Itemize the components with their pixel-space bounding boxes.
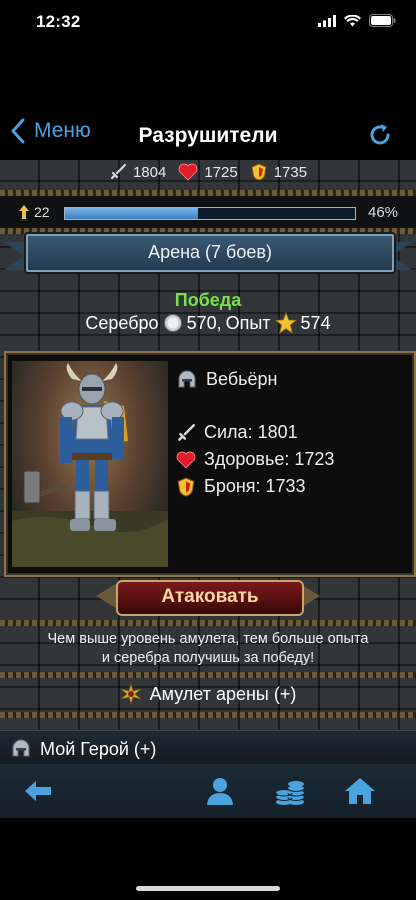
- exp-progress-label: 46%: [368, 204, 399, 221]
- exp-progress-fill: [65, 208, 199, 219]
- level-indicator: 22: [18, 204, 50, 220]
- knight-illustration: [12, 363, 168, 567]
- player-stats: 1804 1725 1735: [0, 160, 416, 184]
- opponent-info: Вебьёрн Сила: 1801 Здоровье: 1723 Броня:…: [176, 366, 334, 500]
- opponent-name-row: Вебьёрн: [176, 366, 334, 393]
- chain-divider: [0, 672, 416, 678]
- opponent-health-row: Здоровье: 1723: [176, 446, 334, 473]
- chain-divider: [0, 712, 416, 718]
- home-icon[interactable]: [344, 776, 376, 806]
- victory-label: Победа: [174, 290, 242, 310]
- page-title: Разрушители: [138, 124, 278, 147]
- shield-icon: [177, 477, 195, 496]
- silver-label: Серебро: [85, 312, 159, 333]
- level-value: 22: [34, 204, 50, 220]
- helmet-icon: [178, 369, 196, 387]
- person-icon[interactable]: [204, 776, 236, 806]
- exp-progress-bar: [64, 207, 356, 220]
- player-armor: 1735: [273, 163, 308, 181]
- my-hero-label: Мой Герой (+): [40, 738, 157, 759]
- chain-divider: [0, 620, 416, 626]
- amulet-hint: Чем выше уровень амулета, тем больше опы…: [0, 630, 416, 668]
- status-icons: [318, 14, 396, 27]
- amulet-icon: [120, 683, 141, 705]
- helmet-icon: [12, 739, 30, 757]
- heart-icon: [176, 451, 196, 469]
- player-attack: 1804: [132, 163, 167, 181]
- reward-line: Серебро 570, Опыт 574: [0, 312, 416, 334]
- banner-ribbon-right: [392, 242, 412, 270]
- status-bar: 12:32: [0, 0, 416, 44]
- arena-banner: Арена (7 боев): [26, 234, 394, 272]
- arena-amulet-button[interactable]: Амулет арены (+): [0, 680, 416, 708]
- attack-button[interactable]: Атаковать: [116, 580, 304, 616]
- opponent-portrait: [12, 361, 168, 567]
- arrow-up-icon: [19, 205, 29, 219]
- silver-coin-icon: [163, 314, 182, 332]
- amulet-label: Амулет арены (+): [149, 683, 297, 704]
- heart-icon: [178, 163, 198, 181]
- banner-ribbon-left: [4, 242, 24, 270]
- button-wing-left: [96, 584, 116, 608]
- opponent-strength: Сила: 1801: [204, 422, 298, 442]
- sword-icon: [178, 423, 195, 441]
- refresh-icon[interactable]: [366, 121, 394, 149]
- opponent-strength-row: Сила: 1801: [176, 419, 334, 446]
- opponent-armor: Броня: 1733: [204, 476, 306, 496]
- status-time: 12:32: [36, 12, 81, 31]
- coins-icon[interactable]: [274, 776, 306, 806]
- battery-icon: [369, 14, 396, 27]
- hint-line-1: Чем выше уровень амулета, тем больше опы…: [47, 631, 369, 647]
- wifi-icon: [344, 14, 361, 26]
- exp-label: Опыт: [225, 312, 271, 333]
- opponent-name: Вебьёрн: [206, 369, 278, 389]
- signal-icon: [318, 14, 336, 27]
- sword-icon: [110, 163, 127, 180]
- opponent-armor-row: Броня: 1733: [176, 473, 334, 500]
- my-hero-button[interactable]: Мой Герой (+): [10, 738, 156, 760]
- shield-icon: [251, 163, 267, 181]
- star-icon: [274, 312, 297, 334]
- opponent-health: Здоровье: 1723: [204, 449, 335, 469]
- hint-line-2: и серебра получишь за победу!: [101, 650, 315, 666]
- silver-value: 570,: [186, 312, 222, 333]
- exp-value: 574: [300, 312, 331, 333]
- arrow-left-icon[interactable]: [22, 776, 54, 806]
- home-indicator: [136, 886, 280, 891]
- player-health: 1725: [204, 163, 238, 181]
